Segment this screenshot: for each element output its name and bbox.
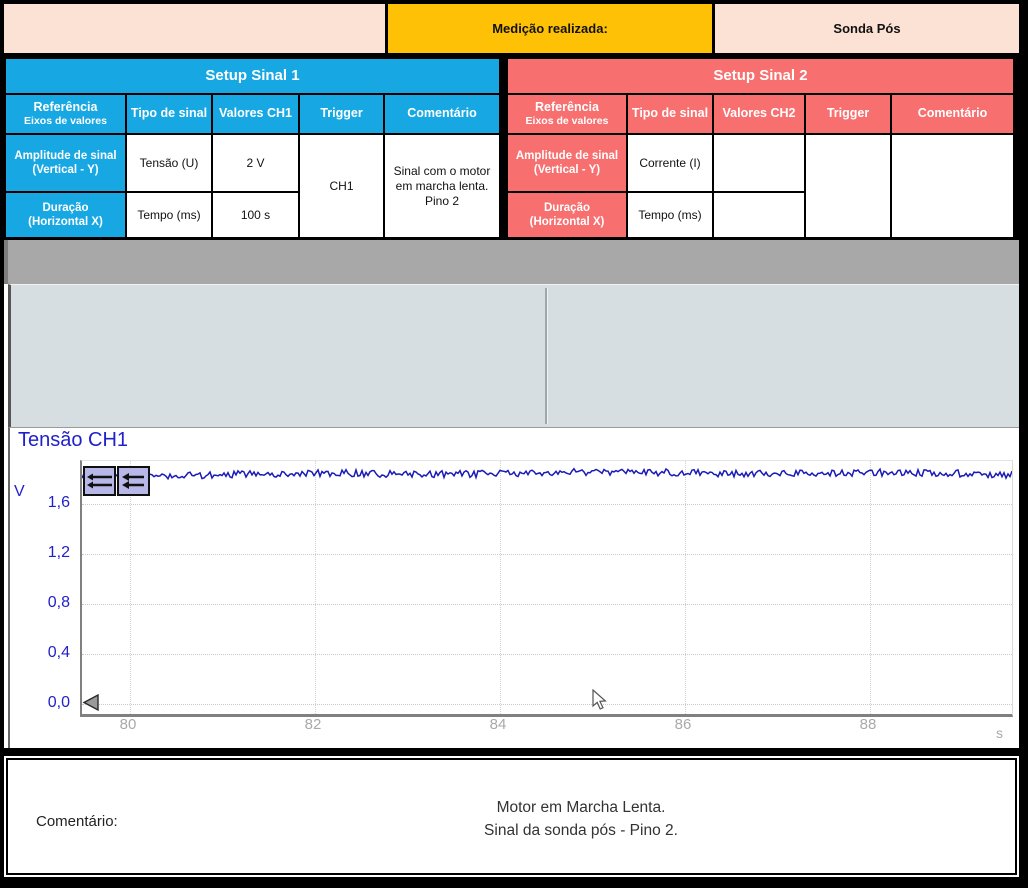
setup2-trigger-value — [806, 135, 890, 237]
x-tick-82: 82 — [283, 716, 343, 733]
move-cursors-left-button[interactable] — [117, 466, 150, 496]
setup1-comment-value: Sinal com o motor em marcha lenta. Pino … — [385, 135, 499, 237]
setup1-col-reference-main: Referência — [34, 100, 98, 116]
setup1-col-values: Valores CH1 — [213, 95, 298, 133]
setup2-col-reference: Referência Eixos de valores — [508, 95, 626, 133]
x-axis-unit-label: s — [996, 725, 1003, 741]
setup1-col-reference: Referência Eixos de valores — [6, 95, 125, 133]
setup1-value-duration: 100 s — [213, 193, 298, 237]
x-tick-80: 80 — [98, 716, 158, 733]
setup1-row-amplitude-header: Amplitude de sinal (Vertical - Y) — [6, 135, 125, 191]
x-tick-86: 86 — [653, 716, 713, 733]
move-cursors-left-icon — [120, 469, 147, 493]
setup2-comment-value — [892, 135, 1013, 237]
gray-separator-band — [4, 240, 1019, 284]
setup-signal-2-table: Setup Sinal 2 Referência Eixos de valore… — [508, 59, 1017, 235]
ch1-waveform — [82, 461, 1012, 714]
comment-line-1: Motor em Marcha Lenta. — [301, 796, 861, 819]
setup2-row-duration-main: Duração — [544, 201, 590, 215]
frame-right — [1019, 0, 1028, 888]
ground-level-marker-icon[interactable] — [82, 694, 100, 712]
y-tick-1.2: 1,2 — [18, 544, 70, 562]
chart-title: Tensão CH1 — [18, 429, 128, 452]
report-window: Medição realizada: Sonda Pós Setup Sinal… — [0, 0, 1028, 888]
setup1-trigger-value: CH1 — [300, 135, 383, 237]
setup1-col-comment: Comentário — [385, 95, 499, 133]
setup2-col-trigger: Trigger — [806, 95, 890, 133]
setup2-row-amplitude-sub: (Vertical - Y) — [534, 163, 600, 177]
x-tick-84: 84 — [468, 716, 528, 733]
setup2-type-amplitude: Corrente (I) — [628, 135, 712, 191]
frame-bottom — [0, 877, 1028, 888]
setup2-col-reference-sub: Eixos de valores — [526, 115, 609, 128]
comment-box: Comentário: Motor em Marcha Lenta. Sinal… — [6, 758, 1017, 875]
measurement-performed-value: Sonda Pós — [715, 4, 1019, 53]
setup2-col-comment: Comentário — [892, 95, 1013, 133]
setup2-row-amplitude-main: Amplitude de sinal — [516, 149, 618, 163]
y-tick-0.4: 0,4 — [18, 644, 70, 662]
setup1-col-trigger: Trigger — [300, 95, 383, 133]
setup2-title: Setup Sinal 2 — [508, 59, 1013, 93]
comment-text: Motor em Marcha Lenta. Sinal da sonda pó… — [301, 796, 861, 842]
frame-left — [0, 0, 4, 888]
setup2-row-amplitude-header: Amplitude de sinal (Vertical - Y) — [508, 135, 626, 191]
setup1-col-reference-sub: Eixos de valores — [24, 115, 107, 128]
measurements-panel: Tensão CH1 máx 1,87 V Tensão CH1 mín 1,8… — [8, 284, 1019, 427]
x-tick-88: 88 — [838, 716, 898, 733]
setup1-title: Setup Sinal 1 — [6, 59, 499, 93]
horizontal-cursors-button[interactable] — [83, 466, 116, 496]
setup-signal-1-table: Setup Sinal 1 Referência Eixos de valore… — [6, 59, 503, 235]
comment-label: Comentário: — [36, 813, 118, 830]
mouse-cursor-icon — [592, 689, 608, 711]
setup2-col-values: Valores CH2 — [714, 95, 804, 133]
setup2-value-duration — [714, 193, 804, 237]
setup1-row-amplitude-sub: (Vertical - Y) — [32, 163, 98, 177]
plot-area[interactable] — [80, 460, 1013, 717]
y-tick-0.8: 0,8 — [18, 594, 70, 612]
setup1-type-duration: Tempo (ms) — [127, 193, 211, 237]
chart-bottom-separator — [0, 748, 1028, 756]
comment-line-2: Sinal da sonda pós - Pino 2. — [301, 819, 861, 842]
banner-empty-cell — [4, 4, 385, 53]
measurement-performed-label: Medição realizada: — [388, 4, 712, 53]
setup1-col-type: Tipo de sinal — [127, 95, 211, 133]
setup1-row-amplitude-main: Amplitude de sinal — [14, 149, 116, 163]
setup2-col-type: Tipo de sinal — [628, 95, 712, 133]
horizontal-cursors-icon — [86, 469, 113, 493]
setup2-row-duration-sub: (Horizontal X) — [530, 215, 605, 229]
oscilloscope-chart-panel: Tensão CH1 V 1,6 1,2 0,8 0,4 0,0 80 82 8… — [8, 427, 1019, 748]
setup2-row-duration-header: Duração (Horizontal X) — [508, 193, 626, 237]
setup1-row-duration-sub: (Horizontal X) — [28, 215, 103, 229]
setup1-type-amplitude: Tensão (U) — [127, 135, 211, 191]
y-tick-0.0: 0,0 — [18, 694, 70, 712]
setup2-value-amplitude — [714, 135, 804, 191]
panel-divider — [545, 288, 548, 424]
setup2-col-reference-main: Referência — [535, 100, 599, 116]
setup1-row-duration-main: Duração — [42, 201, 88, 215]
setup1-value-amplitude: 2 V — [213, 135, 298, 191]
setup1-row-duration-header: Duração (Horizontal X) — [6, 193, 125, 237]
y-tick-1.6: 1,6 — [18, 494, 70, 512]
setup2-type-duration: Tempo (ms) — [628, 193, 712, 237]
